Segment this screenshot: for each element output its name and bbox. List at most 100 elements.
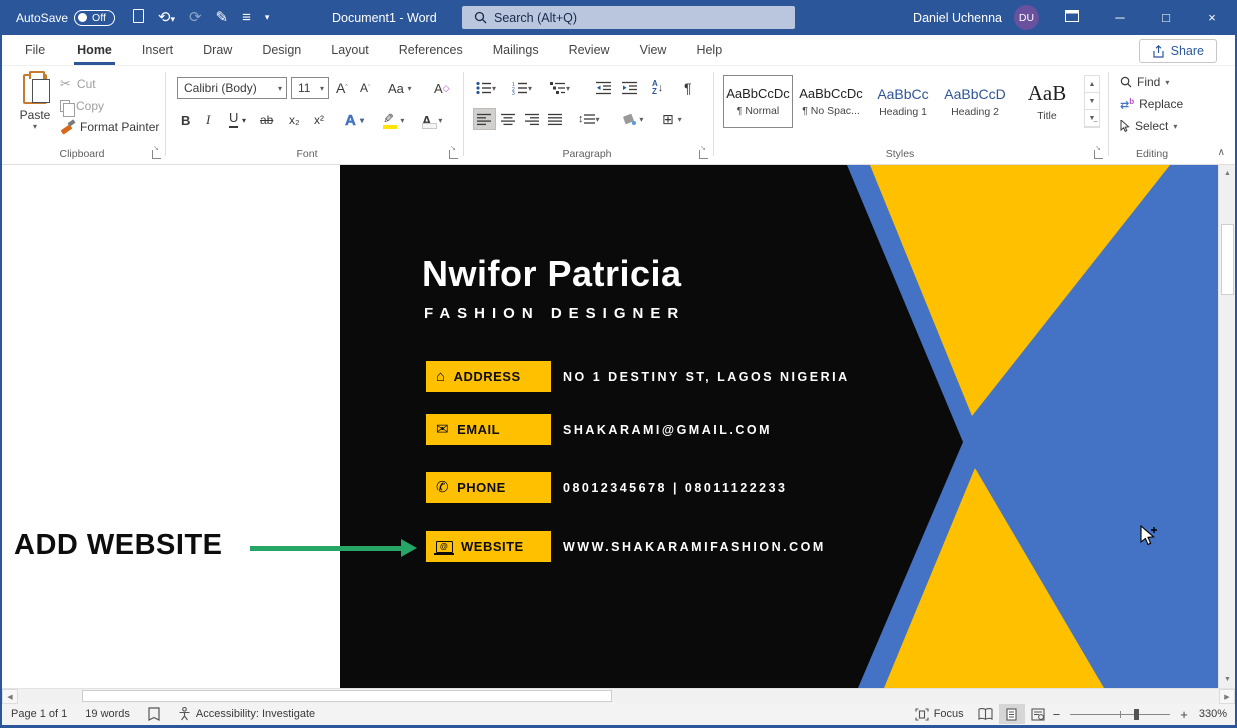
styles-up-icon[interactable]: ▲ <box>1085 76 1099 93</box>
styles-group-label: Styles <box>850 148 950 160</box>
document-canvas[interactable]: Nwifor Patricia FASHION DESIGNER ⌂ADDRES… <box>2 165 1235 688</box>
tab-references[interactable]: References <box>384 35 478 65</box>
read-mode-button[interactable] <box>973 704 999 724</box>
font-name-select[interactable]: Calibri (Body)▾ <box>177 77 287 99</box>
horizontal-scrollbar[interactable]: ◀ ▶ <box>2 688 1235 703</box>
contact-row-phone: ✆PHONE 08012345678 | 08011122233 <box>426 472 788 503</box>
horizontal-scroll-thumb[interactable] <box>82 690 612 702</box>
minimize-button[interactable]: ─ <box>1097 0 1143 35</box>
strikethrough-button[interactable]: ab <box>260 109 273 131</box>
style-heading2[interactable]: AaBbCcD Heading 2 <box>940 75 1010 128</box>
zoom-slider[interactable] <box>1070 714 1170 715</box>
share-button[interactable]: Share <box>1139 39 1217 63</box>
zoom-in-button[interactable]: + <box>1178 707 1190 722</box>
focus-button[interactable]: Focus <box>906 703 973 725</box>
style-no-spacing[interactable]: AaBbCcDc ¶ No Spac... <box>796 75 866 128</box>
style-normal[interactable]: AaBbCcDc ¶ Normal <box>723 75 793 128</box>
ribbon-display-icon[interactable] <box>1065 10 1079 25</box>
highlight-button[interactable]: ▾ <box>383 109 404 131</box>
align-right-button[interactable] <box>525 108 540 130</box>
font-dialog-launcher[interactable] <box>449 150 458 159</box>
undo-icon[interactable]: ⟲▾ <box>158 10 175 25</box>
shading-button[interactable]: ▾ <box>622 108 643 130</box>
bold-button[interactable]: B <box>181 109 190 131</box>
maximize-button[interactable]: □ <box>1143 0 1189 35</box>
tab-view[interactable]: View <box>625 35 682 65</box>
vertical-scrollbar[interactable]: ▲ ▼ <box>1218 165 1235 688</box>
align-center-button[interactable] <box>501 108 516 130</box>
replace-button[interactable]: ⇄b Replace <box>1120 97 1183 112</box>
accessibility-status[interactable]: Accessibility: Investigate <box>169 703 324 725</box>
bullets-button[interactable]: ▾ <box>476 77 496 99</box>
paragraph-dialog-launcher[interactable] <box>699 150 708 159</box>
zoom-level[interactable]: 330% <box>1190 703 1229 725</box>
grow-font-button[interactable]: Aˆ <box>336 77 348 99</box>
align-left-button[interactable] <box>473 108 496 130</box>
style-heading1[interactable]: AaBbCc Heading 1 <box>868 75 938 128</box>
qat-chevron-icon[interactable]: ▾ <box>265 13 270 22</box>
tab-design[interactable]: Design <box>247 35 316 65</box>
page-indicator[interactable]: Page 1 of 1 <box>8 703 76 725</box>
show-marks-button[interactable]: ¶ <box>684 77 692 99</box>
superscript-button[interactable]: x² <box>314 109 324 131</box>
clipboard-dialog-launcher[interactable] <box>152 150 161 159</box>
style-title[interactable]: AaB Title <box>1012 75 1082 128</box>
tab-layout[interactable]: Layout <box>316 35 384 65</box>
underline-chevron-icon[interactable]: ▾ <box>242 109 246 131</box>
underline-button[interactable]: U <box>229 109 238 128</box>
change-case-button[interactable]: Aa ▾ <box>388 77 412 99</box>
list-icon[interactable]: ≡ <box>242 10 251 25</box>
close-button[interactable]: × <box>1189 0 1235 35</box>
decrease-indent-button[interactable] <box>596 77 612 99</box>
line-spacing-button[interactable]: ↕ ▾ <box>578 108 600 130</box>
user-name[interactable]: Daniel Uchenna <box>913 11 1002 25</box>
tab-help[interactable]: Help <box>681 35 737 65</box>
text-effects-button[interactable]: A ▾ <box>345 109 364 131</box>
autosave-control[interactable]: AutoSave Off <box>16 10 115 26</box>
scroll-down-icon[interactable]: ▼ <box>1219 671 1235 688</box>
font-color-button[interactable]: A ▾ <box>422 109 442 131</box>
styles-expand-icon[interactable]: ▼̲ <box>1085 110 1099 127</box>
justify-button[interactable] <box>548 108 563 130</box>
tab-home[interactable]: Home <box>62 35 127 65</box>
proofing-icon[interactable] <box>139 703 169 725</box>
format-painter-button[interactable]: Format Painter <box>60 120 159 134</box>
search-input[interactable]: Search (Alt+Q) <box>462 6 795 29</box>
tab-insert[interactable]: Insert <box>127 35 188 65</box>
select-button[interactable]: Select▾ <box>1120 119 1177 133</box>
clear-formatting-button[interactable]: A◇ <box>434 77 450 99</box>
italic-button[interactable]: I <box>206 109 210 131</box>
print-layout-button[interactable] <box>999 704 1025 724</box>
tab-draw[interactable]: Draw <box>188 35 247 65</box>
font-size-select[interactable]: 11▾ <box>291 77 329 99</box>
zoom-slider-thumb[interactable] <box>1134 709 1139 720</box>
multilevel-list-button[interactable]: ▾ <box>550 77 570 99</box>
scroll-up-icon[interactable]: ▲ <box>1219 165 1235 182</box>
subscript-button[interactable]: x₂ <box>289 109 300 131</box>
numbering-button[interactable]: 123▾ <box>512 77 532 99</box>
word-count[interactable]: 19 words <box>76 703 139 725</box>
collapse-ribbon-icon[interactable]: ∧ <box>1218 147 1225 158</box>
avatar[interactable]: DU <box>1014 5 1039 30</box>
shrink-font-button[interactable]: Aˇ <box>360 77 370 99</box>
tab-mailings[interactable]: Mailings <box>478 35 554 65</box>
copy-button: Copy <box>60 99 159 113</box>
autosave-toggle[interactable]: Off <box>74 10 115 26</box>
share-icon <box>1152 45 1165 58</box>
zoom-out-button[interactable]: − <box>1051 707 1063 722</box>
find-button[interactable]: Find▾ <box>1120 75 1169 89</box>
paste-button[interactable]: Paste ▾ <box>14 74 56 148</box>
new-file-icon[interactable] <box>133 9 144 26</box>
styles-down-icon[interactable]: ▼ <box>1085 93 1099 110</box>
clipboard-group-label: Clipboard <box>32 148 132 160</box>
tab-file[interactable]: File <box>8 35 62 65</box>
sort-button[interactable]: AZ↓ <box>652 77 663 99</box>
increase-indent-button[interactable] <box>622 77 638 99</box>
scroll-right-icon[interactable]: ▶ <box>1219 689 1235 704</box>
borders-button[interactable]: ⊞ ▾ <box>662 108 682 130</box>
pen-mode-icon[interactable]: ✎ <box>216 10 229 25</box>
vertical-scroll-thumb[interactable] <box>1221 224 1234 295</box>
web-layout-button[interactable] <box>1025 704 1051 724</box>
scroll-left-icon[interactable]: ◀ <box>2 689 18 704</box>
tab-review[interactable]: Review <box>554 35 625 65</box>
